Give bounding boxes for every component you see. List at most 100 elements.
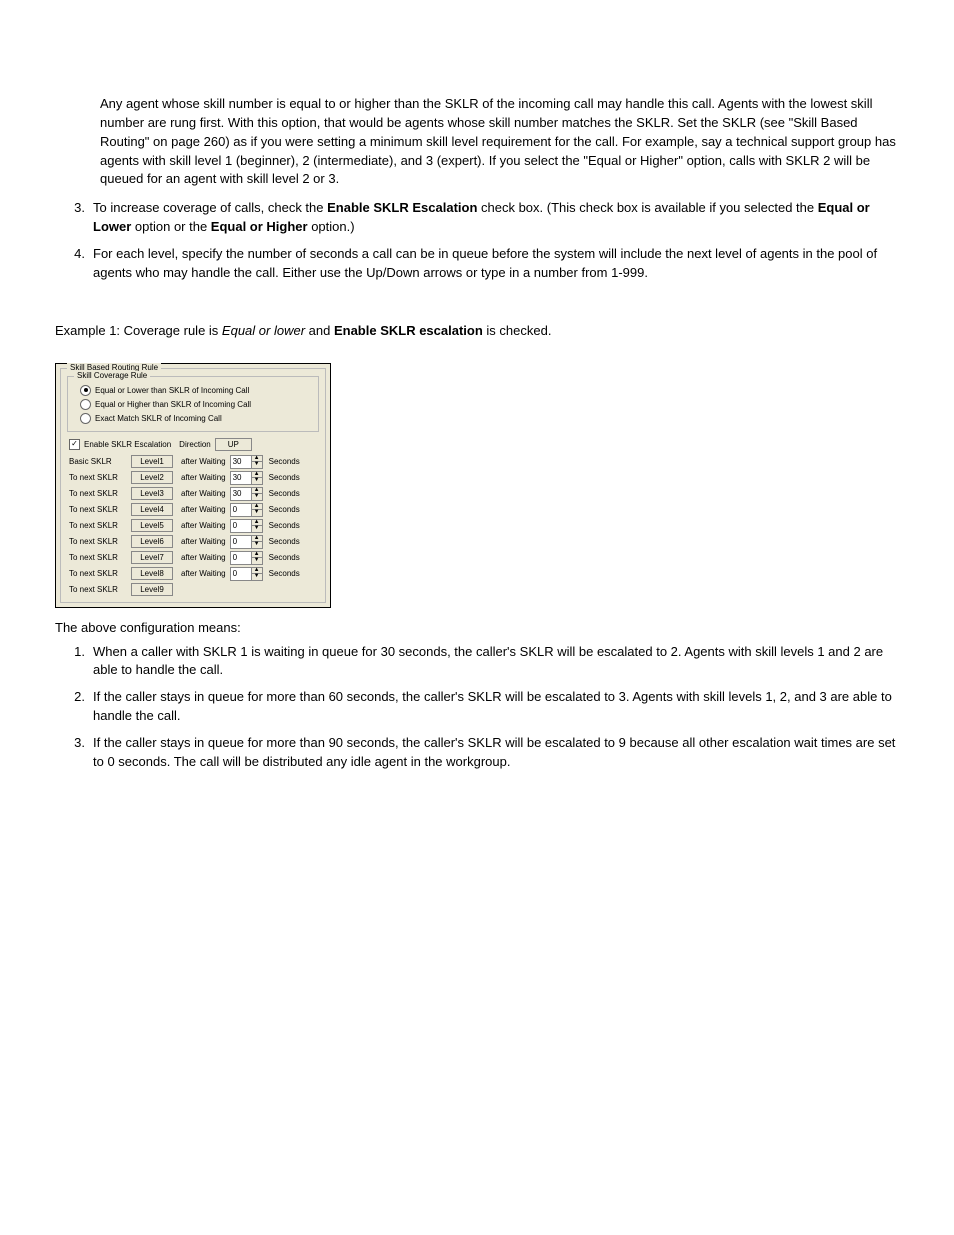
seconds-label: Seconds	[269, 569, 300, 578]
spinner-down-icon[interactable]: ▼	[252, 478, 262, 484]
level-row: To next SKLR Level9	[69, 583, 321, 596]
level-row-label: To next SKLR	[69, 489, 127, 498]
after-waiting-label: after Waiting	[181, 505, 226, 514]
inner-legend: Skill Coverage Rule	[74, 371, 150, 380]
explain-item-text: If the caller stays in queue for more th…	[93, 734, 899, 772]
enable-sklr-checkbox[interactable]	[69, 439, 80, 450]
t: To increase coverage of calls, check the	[93, 200, 327, 215]
level-row-label: To next SKLR	[69, 521, 127, 530]
after-waiting-label: after Waiting	[181, 537, 226, 546]
step3-number: 3.	[55, 199, 93, 237]
level-row: To next SKLR Level5 after Waiting 0▲▼ Second…	[69, 519, 321, 533]
level-button[interactable]: Level5	[131, 519, 173, 532]
t: Enable SKLR escalation	[334, 323, 483, 338]
wait-value[interactable]: 30	[231, 488, 251, 500]
seconds-label: Seconds	[269, 489, 300, 498]
level-row-label: To next SKLR	[69, 537, 127, 546]
level-button[interactable]: Level6	[131, 535, 173, 548]
explain-item-text: If the caller stays in queue for more th…	[93, 688, 899, 726]
level-row: To next SKLR Level6 after Waiting 0▲▼ Second…	[69, 535, 321, 549]
spinner-down-icon[interactable]: ▼	[252, 542, 262, 548]
intro-paragraph: Any agent whose skill number is equal to…	[100, 95, 899, 189]
level-row: To next SKLR Level7 after Waiting 0▲▼ Second…	[69, 551, 321, 565]
explain-heading: The above configuration means:	[55, 620, 899, 635]
level-row: Basic SKLR Level1 after Waiting 30▲▼ Seconds	[69, 455, 321, 469]
coverage-radio-label: Equal or Lower than SKLR of Incoming Cal…	[95, 386, 249, 395]
t: Equal or lower	[222, 323, 305, 338]
explain-item-text: When a caller with SKLR 1 is waiting in …	[93, 643, 899, 681]
spinner-down-icon[interactable]: ▼	[252, 558, 262, 564]
t: option.)	[308, 219, 355, 234]
level-button[interactable]: Level9	[131, 583, 173, 596]
after-waiting-label: after Waiting	[181, 489, 226, 498]
wait-value[interactable]: 0	[231, 536, 251, 548]
level-row-label: To next SKLR	[69, 473, 127, 482]
seconds-label: Seconds	[269, 521, 300, 530]
direction-label: Direction	[179, 440, 211, 449]
seconds-label: Seconds	[269, 457, 300, 466]
after-waiting-label: after Waiting	[181, 521, 226, 530]
level-button[interactable]: Level4	[131, 503, 173, 516]
wait-value[interactable]: 30	[231, 456, 251, 468]
coverage-radio[interactable]	[80, 385, 91, 396]
wait-spinner[interactable]: 30▲▼	[230, 487, 263, 501]
level-row-label: To next SKLR	[69, 585, 127, 594]
wait-spinner[interactable]: 0▲▼	[230, 567, 263, 581]
direction-value: UP	[215, 438, 252, 451]
level-button[interactable]: Level2	[131, 471, 173, 484]
level-row-label: To next SKLR	[69, 553, 127, 562]
step4-number: 4.	[55, 245, 93, 283]
wait-value[interactable]: 0	[231, 568, 251, 580]
coverage-radio-label: Exact Match SKLR of Incoming Call	[95, 414, 222, 423]
level-button[interactable]: Level7	[131, 551, 173, 564]
wait-value[interactable]: 30	[231, 472, 251, 484]
wait-spinner[interactable]: 0▲▼	[230, 519, 263, 533]
seconds-label: Seconds	[269, 553, 300, 562]
wait-spinner[interactable]: 0▲▼	[230, 535, 263, 549]
wait-value[interactable]: 0	[231, 520, 251, 532]
wait-spinner[interactable]: 0▲▼	[230, 551, 263, 565]
level-row-label: To next SKLR	[69, 569, 127, 578]
t: option or the	[131, 219, 211, 234]
t: Enable SKLR Escalation	[327, 200, 477, 215]
level-row-label: Basic SKLR	[69, 457, 127, 466]
wait-value[interactable]: 0	[231, 552, 251, 564]
seconds-label: Seconds	[269, 473, 300, 482]
explain-item-number: 3.	[55, 734, 93, 772]
step4-text: For each level, specify the number of se…	[93, 245, 899, 283]
step3-text: To increase coverage of calls, check the…	[93, 199, 899, 237]
skill-coverage-fieldset: Skill Coverage Rule Equal or Lower than …	[67, 376, 319, 432]
wait-spinner[interactable]: 30▲▼	[230, 455, 263, 469]
level-row: To next SKLR Level3 after Waiting 30▲▼ Secon…	[69, 487, 321, 501]
level-button[interactable]: Level8	[131, 567, 173, 580]
wait-spinner[interactable]: 30▲▼	[230, 471, 263, 485]
enable-sklr-label: Enable SKLR Escalation	[84, 440, 171, 449]
level-row-label: To next SKLR	[69, 505, 127, 514]
level-row: To next SKLR Level8 after Waiting 0▲▼ Second…	[69, 567, 321, 581]
spinner-down-icon[interactable]: ▼	[252, 462, 262, 468]
skill-routing-fieldset: Skill Based Routing Rule Skill Coverage …	[60, 368, 326, 603]
coverage-radio-label: Equal or Higher than SKLR of Incoming Ca…	[95, 400, 251, 409]
explain-item-number: 2.	[55, 688, 93, 726]
coverage-radio[interactable]	[80, 399, 91, 410]
coverage-radio[interactable]	[80, 413, 91, 424]
after-waiting-label: after Waiting	[181, 569, 226, 578]
wait-value[interactable]: 0	[231, 504, 251, 516]
wait-spinner[interactable]: 0▲▼	[230, 503, 263, 517]
after-waiting-label: after Waiting	[181, 473, 226, 482]
after-waiting-label: after Waiting	[181, 553, 226, 562]
after-waiting-label: after Waiting	[181, 457, 226, 466]
seconds-label: Seconds	[269, 537, 300, 546]
spinner-down-icon[interactable]: ▼	[252, 574, 262, 580]
explain-item-number: 1.	[55, 643, 93, 681]
t: Equal or Higher	[211, 219, 308, 234]
t: Example 1: Coverage rule is	[55, 323, 222, 338]
level-button[interactable]: Level3	[131, 487, 173, 500]
t: is checked.	[483, 323, 552, 338]
spinner-down-icon[interactable]: ▼	[252, 494, 262, 500]
spinner-down-icon[interactable]: ▼	[252, 510, 262, 516]
t: and	[305, 323, 334, 338]
level-row: To next SKLR Level2 after Waiting 30▲▼ Secon…	[69, 471, 321, 485]
spinner-down-icon[interactable]: ▼	[252, 526, 262, 532]
level-button[interactable]: Level1	[131, 455, 173, 468]
